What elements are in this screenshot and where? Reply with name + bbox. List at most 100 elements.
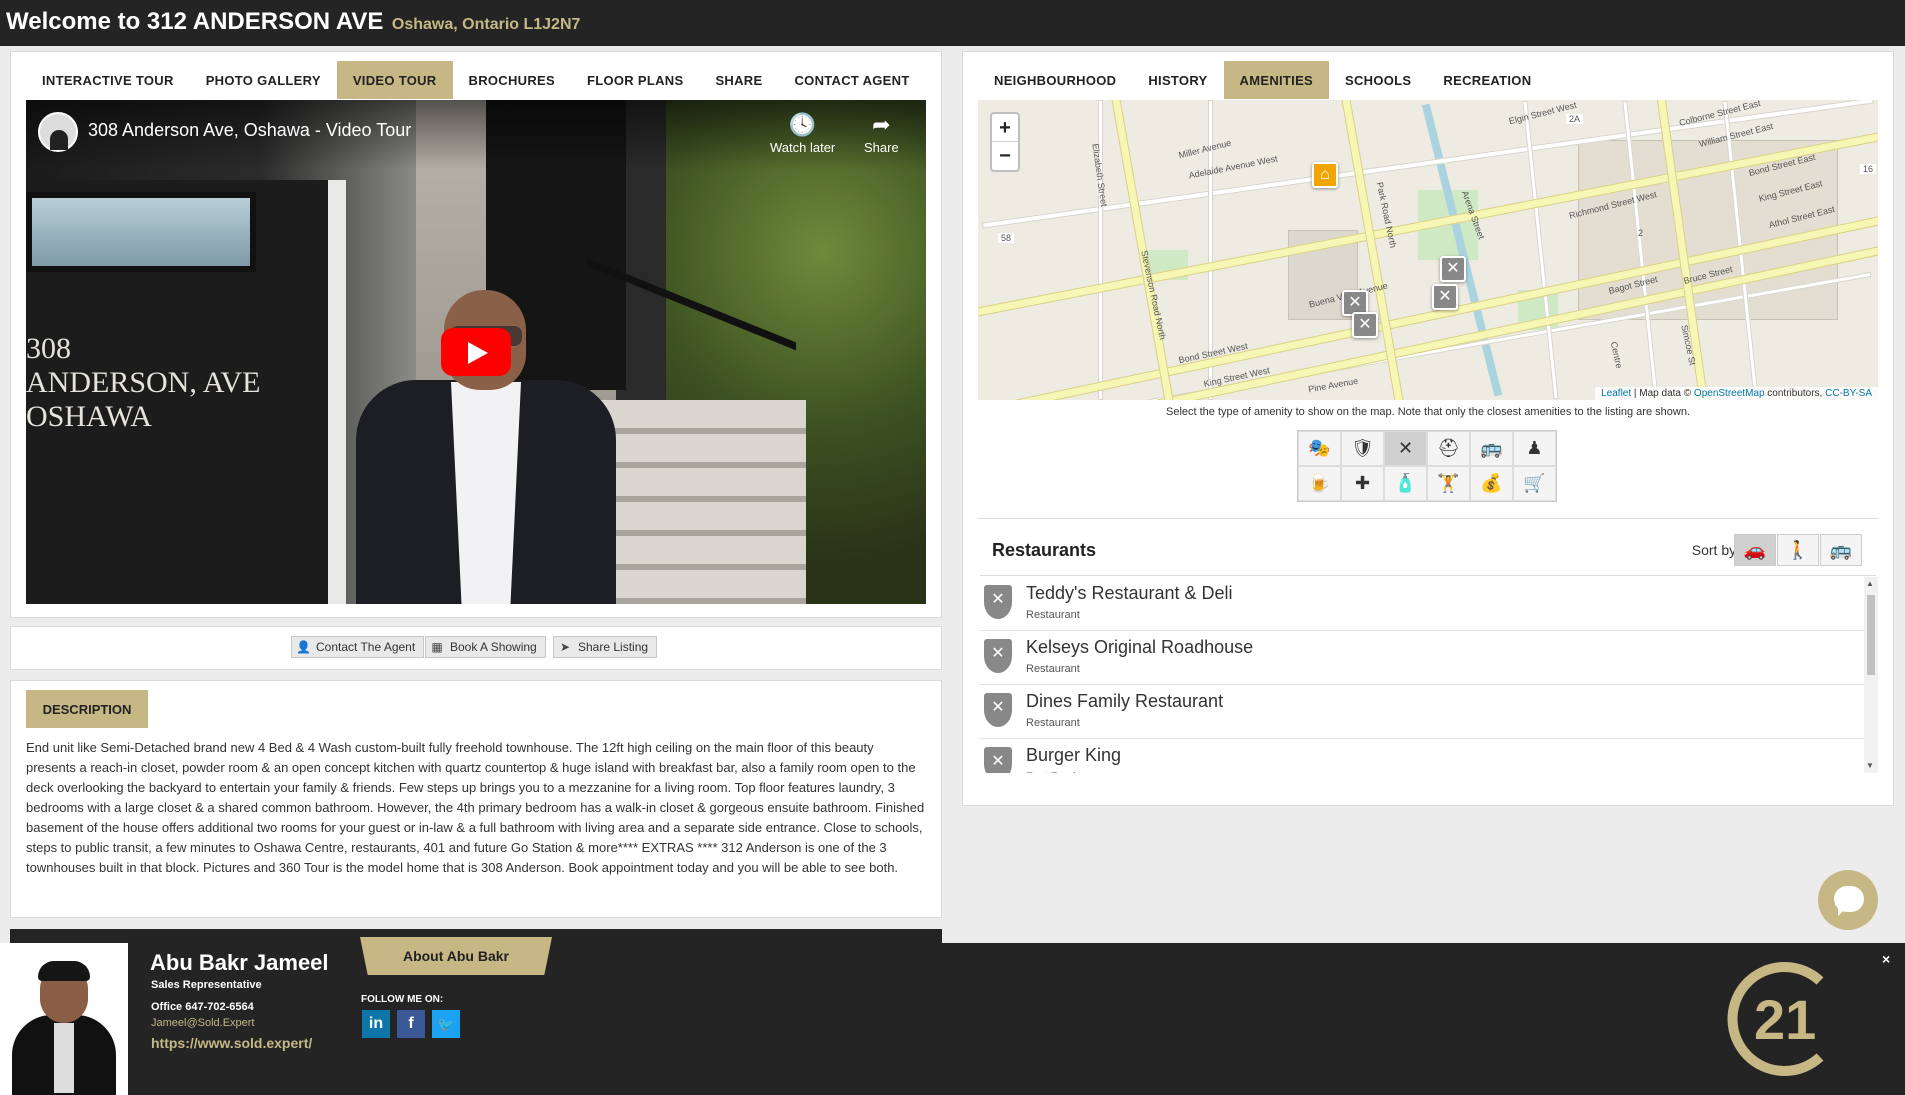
about-agent-button[interactable]: About Abu Bakr xyxy=(360,937,552,975)
restaurant-icon: ✕ xyxy=(984,747,1012,773)
video-overlay-text: 308 ANDERSON, AVE OSHAWA xyxy=(26,332,261,433)
restaurant-icon: ✕ xyxy=(984,693,1012,727)
bowling-icon[interactable]: ♟ xyxy=(1513,431,1556,466)
sort-by-transit-button[interactable]: 🚌 xyxy=(1820,534,1862,566)
zoom-in-button[interactable]: + xyxy=(992,114,1018,142)
tab-brochures[interactable]: BROCHURES xyxy=(453,61,571,99)
restaurant-marker[interactable]: ✕ xyxy=(1352,312,1378,338)
close-footer-button[interactable]: × xyxy=(1882,951,1890,967)
restaurant-marker[interactable]: ✕ xyxy=(1432,284,1458,310)
osm-link[interactable]: OpenStreetMap xyxy=(1694,388,1765,399)
agent-office-phone[interactable]: Office 647-702-6564 xyxy=(151,1001,254,1013)
share-listing-button[interactable]: ➤ Share Listing xyxy=(553,636,658,658)
firefighter-icon[interactable]: ⛑ xyxy=(1427,431,1470,466)
amenity-note: Select the type of amenity to show on th… xyxy=(1165,406,1690,418)
sort-by-car-button[interactable]: 🚗 xyxy=(1734,534,1776,566)
bank-icon[interactable]: 💰 xyxy=(1470,466,1513,501)
tab-floor-plans[interactable]: FLOOR PLANS xyxy=(571,61,699,99)
medical-icon[interactable]: ✚ xyxy=(1341,466,1384,501)
tab-amenities[interactable]: AMENITIES xyxy=(1223,61,1330,99)
scrollbar-thumb[interactable] xyxy=(1867,595,1875,675)
list-item[interactable]: ✕ Teddy's Restaurant & Deli Restaurant xyxy=(980,577,1864,631)
restaurant-type: Restaurant xyxy=(1026,609,1080,621)
page-header: Welcome to 312 ANDERSON AVE Oshawa, Onta… xyxy=(0,0,1905,46)
tab-contact-agent[interactable]: CONTACT AGENT xyxy=(778,61,925,99)
license-link[interactable]: CC-BY-SA xyxy=(1825,388,1872,399)
description-label: DESCRIPTION xyxy=(26,690,148,728)
restaurant-marker[interactable]: ✕ xyxy=(1440,256,1466,282)
beer-icon[interactable]: 🍺 xyxy=(1298,466,1341,501)
list-item[interactable]: ✕ Kelseys Original Roadhouse Restaurant xyxy=(980,631,1864,685)
chat-bubble-button[interactable] xyxy=(1818,870,1878,930)
agent-footer: Abu Bakr Jameel Sales Representative Off… xyxy=(0,937,1905,1095)
linkedin-icon[interactable]: in xyxy=(362,1010,390,1038)
tab-share[interactable]: SHARE xyxy=(699,61,778,99)
leaflet-link[interactable]: Leaflet xyxy=(1601,388,1631,399)
clock-icon: 🕓 xyxy=(788,112,817,137)
restaurant-name: Dines Family Restaurant xyxy=(1026,691,1224,711)
list-item[interactable]: ✕ Burger King Fast Food xyxy=(980,739,1864,773)
video-door-window xyxy=(26,192,256,272)
amenities-map[interactable]: Adelaide Avenue West Bond Street West Ki… xyxy=(978,100,1878,400)
restaurant-list: ✕ Teddy's Restaurant & Deli Restaurant ✕… xyxy=(980,577,1864,773)
tab-history[interactable]: HISTORY xyxy=(1132,61,1223,99)
page-subtitle: Oshawa, Ontario L1J2N7 xyxy=(391,16,581,33)
video-title[interactable]: 308 Anderson Ave, Oshawa - Video Tour xyxy=(88,120,411,141)
map-label: 58 xyxy=(998,233,1015,243)
restaurant-type: Fast Food xyxy=(1026,771,1076,773)
restaurants-header: Restaurants Sort by: 🚗 🚶 🚌 xyxy=(980,524,1876,576)
description-text: End unit like Semi-Detached brand new 4 … xyxy=(26,740,925,875)
paper-plane-icon: ➤ xyxy=(559,640,571,654)
agent-website-link[interactable]: https://www.sold.expert/ xyxy=(151,1035,312,1051)
scroll-up-icon[interactable]: ▲ xyxy=(1866,579,1874,588)
century21-logo: 21 xyxy=(1727,962,1824,1076)
bus-icon: 🚌 xyxy=(1829,539,1853,560)
police-icon[interactable]: 🛡 xyxy=(1341,431,1384,466)
channel-avatar[interactable] xyxy=(38,112,78,152)
shopping-cart-icon[interactable]: 🛒 xyxy=(1513,466,1556,501)
svg-text:21: 21 xyxy=(1754,988,1816,1051)
book-showing-button[interactable]: ▦ Book A Showing xyxy=(425,636,546,658)
restaurant-icon[interactable]: ✕ xyxy=(1384,431,1427,466)
scroll-down-icon[interactable]: ▼ xyxy=(1866,761,1874,770)
agent-email[interactable]: Jameel@Sold.Expert xyxy=(151,1017,255,1029)
map-zoom-control: + − xyxy=(990,112,1020,172)
agent-name: Abu Bakr Jameel xyxy=(150,950,329,975)
bus-icon[interactable]: 🚌 xyxy=(1470,431,1513,466)
tab-interactive-tour[interactable]: INTERACTIVE TOUR xyxy=(26,61,190,99)
zoom-out-button[interactable]: − xyxy=(992,142,1018,170)
agent-role: Sales Representative xyxy=(151,979,262,991)
watch-later-button[interactable]: 🕓 Watch later xyxy=(770,112,835,156)
follow-me-label: FOLLOW ME ON: xyxy=(361,994,444,1005)
video-share-button[interactable]: ➦ Share xyxy=(864,114,899,156)
restaurant-type: Restaurant xyxy=(1026,663,1080,675)
amenities-divider xyxy=(978,518,1878,519)
fitness-icon[interactable]: 🏋 xyxy=(1427,466,1470,501)
car-icon: 🚗 xyxy=(1743,539,1767,560)
theatre-icon[interactable]: 🎭 xyxy=(1298,431,1341,466)
tab-neighbourhood[interactable]: NEIGHBOURHOOD xyxy=(978,61,1132,99)
restaurant-type: Restaurant xyxy=(1026,717,1080,729)
amenity-type-selector: 🎭 🛡 ✕ ⛑ 🚌 ♟ 🍺 ✚ 🧴 🏋 💰 🛒 xyxy=(1297,430,1557,502)
contact-agent-button[interactable]: 👤 Contact The Agent xyxy=(291,636,425,658)
listing-home-marker[interactable]: ⌂ xyxy=(1312,162,1338,188)
video-player[interactable]: 308 ANDERSON, AVE OSHAWA 308 Anderson Av… xyxy=(26,100,926,604)
tab-photo-gallery[interactable]: PHOTO GALLERY xyxy=(190,61,337,99)
tab-recreation[interactable]: RECREATION xyxy=(1427,61,1547,99)
twitter-icon[interactable]: 🐦 xyxy=(432,1010,460,1038)
tab-schools[interactable]: SCHOOLS xyxy=(1329,61,1427,99)
map-label: Pine Avenue xyxy=(1307,375,1359,395)
sort-label: Sort by: xyxy=(1691,542,1740,558)
restaurant-name: Burger King xyxy=(1026,745,1122,765)
restaurant-list-scrollbar[interactable]: ▲ ▼ xyxy=(1864,577,1878,773)
play-button[interactable] xyxy=(441,328,511,376)
facebook-icon[interactable]: f xyxy=(397,1010,425,1038)
calendar-icon: ▦ xyxy=(431,640,443,654)
person-icon: 👤 xyxy=(296,640,311,654)
tab-video-tour[interactable]: VIDEO TOUR xyxy=(336,61,453,99)
restaurants-title: Restaurants xyxy=(992,540,1097,560)
convenience-icon[interactable]: 🧴 xyxy=(1384,466,1427,501)
map-attribution: Leaflet | Map data © OpenStreetMap contr… xyxy=(1595,387,1878,400)
sort-by-walk-button[interactable]: 🚶 xyxy=(1777,534,1819,566)
list-item[interactable]: ✕ Dines Family Restaurant Restaurant xyxy=(980,685,1864,739)
